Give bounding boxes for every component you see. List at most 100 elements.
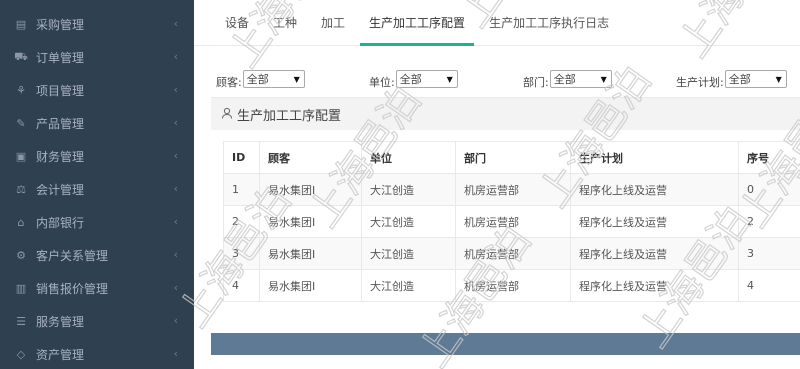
sidebar-item-label: 销售报价管理 bbox=[36, 282, 109, 296]
chevron-left-icon: ‹ bbox=[173, 248, 178, 261]
dropdown-arrow-icon: ▼ bbox=[775, 74, 782, 84]
tab-processing[interactable]: 加工 bbox=[312, 0, 354, 45]
cell-customer: 易水集团I bbox=[259, 269, 362, 302]
chevron-left-icon: ‹ bbox=[173, 314, 178, 327]
cell-seq: 0 bbox=[738, 173, 800, 206]
sidebar-item-2[interactable]: ⛟ 订单管理 ‹ bbox=[0, 41, 194, 74]
department-select[interactable]: 全部 ▼ bbox=[549, 70, 612, 88]
customer-filter: 顾客: 全部 ▼ bbox=[216, 70, 305, 89]
chevron-left-icon: ‹ bbox=[173, 182, 178, 195]
list-icon: ▤ bbox=[15, 18, 27, 31]
dropdown-arrow-icon: ▼ bbox=[446, 74, 453, 84]
unit-select-value: 全部 bbox=[399, 73, 422, 86]
sidebar-item-6[interactable]: ⚖ 会计管理 ‹ bbox=[0, 173, 194, 206]
unit-select[interactable]: 全部 ▼ bbox=[395, 70, 458, 88]
department-select-value: 全部 bbox=[553, 73, 576, 86]
sidebar-item-label: 财务管理 bbox=[36, 150, 85, 164]
diamond-icon: ◇ bbox=[16, 348, 26, 361]
balance-scale-icon: ⚖ bbox=[16, 183, 26, 196]
data-table: ID 顾客 单位 部门 生产计划 序号 1 易水集团I 大江创造 机房运营部 程序化上线… bbox=[223, 141, 800, 302]
plan-filter: 生产计划: 全部 ▼ bbox=[676, 70, 787, 89]
col-header-id[interactable]: ID bbox=[223, 141, 260, 174]
sidebar-item-label: 订单管理 bbox=[36, 51, 85, 65]
cell-department: 机房运营部 bbox=[455, 205, 571, 238]
sidebar-item-1[interactable]: ▤ 采购管理 ‹ bbox=[0, 8, 194, 41]
cell-department: 机房运营部 bbox=[455, 237, 571, 270]
cell-id: 4 bbox=[223, 269, 260, 302]
sidebar-item-label: 内部银行 bbox=[36, 216, 85, 230]
sidebar-item-11[interactable]: ◇ 资产管理 ‹ bbox=[0, 338, 194, 369]
cell-seq: 4 bbox=[738, 269, 800, 302]
cell-id: 2 bbox=[223, 205, 260, 238]
sidebar-item-10[interactable]: ☰ 服务管理 ‹ bbox=[0, 305, 194, 338]
tab-job-type[interactable]: 工种 bbox=[264, 0, 306, 45]
chevron-left-icon: ‹ bbox=[173, 17, 178, 30]
unit-filter: 单位: 全部 ▼ bbox=[369, 70, 458, 89]
cell-department: 机房运营部 bbox=[455, 269, 571, 302]
table-row[interactable]: 3 易水集团I 大江创造 机房运营部 程序化上线及运营 3 bbox=[223, 237, 800, 270]
sidebar-item-label: 项目管理 bbox=[36, 84, 85, 98]
chevron-left-icon: ‹ bbox=[173, 50, 178, 63]
customer-filter-label: 顾客: bbox=[216, 76, 242, 89]
money-icon: ▣ bbox=[15, 150, 27, 163]
cubes-icon: ⚘ bbox=[16, 84, 26, 97]
bank-icon: ⌂ bbox=[17, 216, 25, 229]
cell-customer: 易水集团I bbox=[259, 205, 362, 238]
cell-customer: 易水集团I bbox=[259, 237, 362, 270]
main-content: 设备 工种 加工 生产加工工序配置 生产加工工序执行日志 顾客: 全部 ▼ 单位… bbox=[194, 0, 800, 369]
col-header-plan[interactable]: 生产计划 bbox=[570, 141, 739, 174]
table-row[interactable]: 4 易水集团I 大江创造 机房运营部 程序化上线及运营 4 bbox=[223, 269, 800, 302]
cell-department: 机房运营部 bbox=[455, 173, 571, 206]
plan-filter-label: 生产计划: bbox=[676, 76, 724, 89]
cart-icon: ⛟ bbox=[14, 50, 28, 63]
cell-unit: 大江创造 bbox=[361, 173, 456, 206]
cell-id: 1 bbox=[223, 173, 260, 206]
sidebar-item-7[interactable]: ⌂ 内部银行 ‹ bbox=[0, 206, 194, 239]
sidebar-item-partial[interactable] bbox=[0, 0, 194, 8]
sidebar-item-label: 会计管理 bbox=[36, 183, 85, 197]
panel-header: 生产加工工序配置 bbox=[211, 97, 800, 130]
chevron-left-icon: ‹ bbox=[173, 281, 178, 294]
department-filter-label: 部门: bbox=[523, 76, 549, 89]
edit-icon: ✎ bbox=[16, 117, 26, 130]
sidebar: ▤ 采购管理 ‹ ⛟ 订单管理 ‹ ⚘ 项目管理 ‹ ✎ 产品管理 ‹ ▣ 财务管理 ‹ ⚖ 会计管理 ‹ ⌂ 内部银… bbox=[0, 0, 194, 369]
chevron-left-icon: ‹ bbox=[173, 116, 178, 129]
cell-unit: 大江创造 bbox=[361, 205, 456, 238]
col-header-department[interactable]: 部门 bbox=[455, 141, 571, 174]
sidebar-item-label: 资产管理 bbox=[36, 348, 85, 362]
department-filter: 部门: 全部 ▼ bbox=[523, 70, 612, 89]
cell-plan: 程序化上线及运营 bbox=[570, 205, 739, 238]
table-row[interactable]: 2 易水集团I 大江创造 机房运营部 程序化上线及运营 2 bbox=[223, 205, 800, 238]
table-row[interactable]: 1 易水集团I 大江创造 机房运营部 程序化上线及运营 0 bbox=[223, 173, 800, 206]
bar-chart-icon: ▥ bbox=[15, 282, 27, 295]
tab-bar: 设备 工种 加工 生产加工工序配置 生产加工工序执行日志 bbox=[194, 0, 800, 46]
footer-bar bbox=[211, 333, 800, 355]
col-header-customer[interactable]: 顾客 bbox=[259, 141, 362, 174]
cell-unit: 大江创造 bbox=[361, 237, 456, 270]
tab-equipment[interactable]: 设备 bbox=[216, 0, 258, 45]
cell-plan: 程序化上线及运营 bbox=[570, 237, 739, 270]
cell-plan: 程序化上线及运营 bbox=[570, 173, 739, 206]
app-window: ▤ 采购管理 ‹ ⛟ 订单管理 ‹ ⚘ 项目管理 ‹ ✎ 产品管理 ‹ ▣ 财务管理 ‹ ⚖ 会计管理 ‹ ⌂ 内部银… bbox=[0, 0, 800, 369]
sidebar-item-9[interactable]: ▥ 销售报价管理 ‹ bbox=[0, 272, 194, 305]
sidebar-item-label: 客户关系管理 bbox=[36, 249, 109, 263]
sidebar-item-8[interactable]: ⚙ 客户关系管理 ‹ bbox=[0, 239, 194, 272]
customer-select-value: 全部 bbox=[246, 73, 269, 86]
sidebar-item-4[interactable]: ✎ 产品管理 ‹ bbox=[0, 107, 194, 140]
col-header-seq[interactable]: 序号 bbox=[738, 141, 800, 174]
cell-unit: 大江创造 bbox=[361, 269, 456, 302]
chevron-left-icon: ‹ bbox=[173, 83, 178, 96]
chevron-left-icon: ‹ bbox=[173, 347, 178, 360]
col-header-unit[interactable]: 单位 bbox=[361, 141, 456, 174]
dropdown-arrow-icon: ▼ bbox=[293, 74, 300, 84]
tab-process-config[interactable]: 生产加工工序配置 bbox=[360, 0, 475, 46]
tab-process-log[interactable]: 生产加工工序执行日志 bbox=[480, 0, 618, 45]
table-header-row: ID 顾客 单位 部门 生产计划 序号 bbox=[223, 141, 800, 174]
cogs-icon: ⚙ bbox=[16, 249, 26, 262]
sidebar-item-5[interactable]: ▣ 财务管理 ‹ bbox=[0, 140, 194, 173]
plan-select-value: 全部 bbox=[728, 73, 751, 86]
sidebar-item-3[interactable]: ⚘ 项目管理 ‹ bbox=[0, 74, 194, 107]
plan-select[interactable]: 全部 ▼ bbox=[724, 70, 787, 88]
sidebar-item-label: 产品管理 bbox=[36, 117, 85, 131]
customer-select[interactable]: 全部 ▼ bbox=[242, 70, 305, 88]
